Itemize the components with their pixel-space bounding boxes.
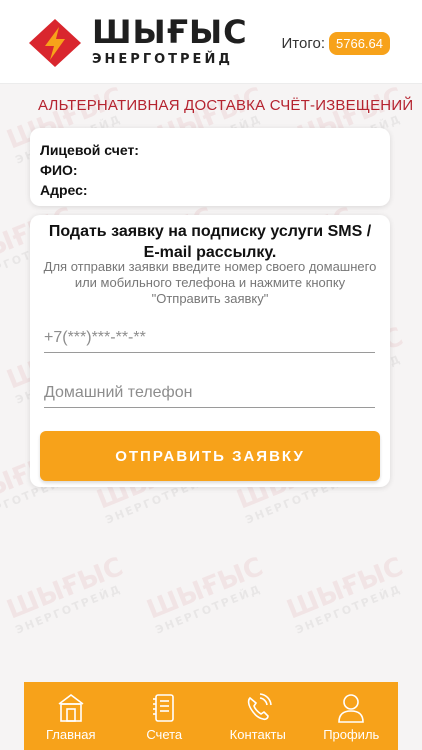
- subscription-form-card: Подать заявку на подписку услуги SMS / E…: [30, 215, 390, 487]
- phone-icon: [247, 693, 272, 721]
- address-label: Адрес:: [40, 182, 88, 198]
- form-hint: Для отправки заявки введите номер своего…: [43, 259, 377, 306]
- account-info-card: Лицевой счет: ФИО: Адрес:: [30, 128, 390, 206]
- page-title: АЛЬТЕРНАТИВНАЯ ДОСТАВКА СЧЁТ-ИЗВЕЩЕНИЙ: [38, 97, 414, 114]
- nav-item-bills[interactable]: Счета: [118, 682, 212, 750]
- nav-label-profile: Профиль: [323, 727, 380, 742]
- nav-label-bills: Счета: [146, 727, 183, 742]
- nav-item-home[interactable]: Главная: [24, 682, 118, 750]
- user-icon: [338, 694, 365, 723]
- logo-line1: ШЫҒЫС: [92, 13, 248, 51]
- nav-label-contacts: Контакты: [229, 727, 286, 742]
- nav-item-contacts[interactable]: Контакты: [211, 682, 305, 750]
- full-name-label: ФИО:: [40, 162, 78, 178]
- nav-label-home: Главная: [46, 727, 96, 742]
- brand-logo[interactable]: ШЫҒЫС ЭНЕРГОТРЕЙД: [28, 14, 258, 70]
- nav-item-profile[interactable]: Профиль: [305, 682, 399, 750]
- submit-request-button[interactable]: ОТПРАВИТЬ ЗАЯВКУ: [40, 431, 380, 481]
- home-phone-input[interactable]: [44, 378, 375, 408]
- form-title-line1: Подать заявку на подписку услуги SMS /: [48, 223, 372, 240]
- total-value-badge: 5766.64: [329, 32, 390, 55]
- logo-line2: ЭНЕРГОТРЕЙД: [92, 52, 233, 67]
- bottom-navigation: Главная Счета Контакты Профиль: [24, 682, 398, 750]
- form-title: Подать заявку на подписку услуги SMS / E…: [30, 221, 390, 263]
- home-icon: [58, 694, 84, 722]
- mobile-phone-input[interactable]: [44, 323, 375, 353]
- app-header: ШЫҒЫС ЭНЕРГОТРЕЙД Итого: 5766.64: [0, 0, 422, 84]
- account-number-label: Лицевой счет:: [40, 142, 139, 158]
- total-summary: Итого: 5766.64: [282, 32, 390, 55]
- notebook-icon: [153, 694, 175, 722]
- total-label: Итого:: [281, 35, 325, 52]
- lightning-logo-icon: [29, 19, 81, 67]
